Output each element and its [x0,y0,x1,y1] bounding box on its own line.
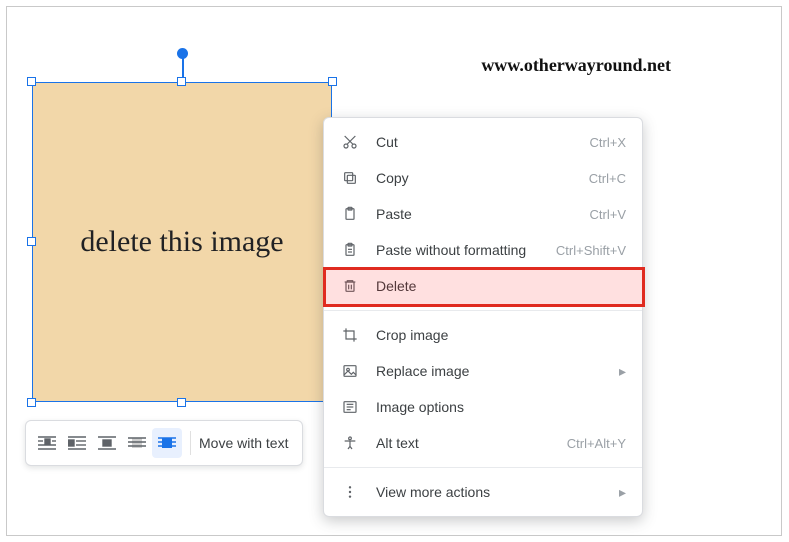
image-icon [340,361,360,381]
resize-handle-top[interactable] [177,77,186,86]
resize-handle-left[interactable] [27,237,36,246]
menu-item-label: Image options [376,399,626,415]
menu-item-label: Delete [376,278,626,294]
copy-icon [340,168,360,188]
cut-icon [340,132,360,152]
more-icon [340,482,360,502]
menu-item-replace-image[interactable]: Replace image ▸ [324,353,642,389]
menu-item-alt-text[interactable]: Alt text Ctrl+Alt+Y [324,425,642,461]
menu-item-label: Copy [376,170,589,186]
wrap-front-button[interactable] [152,428,182,458]
move-with-text-label[interactable]: Move with text [199,435,296,451]
context-menu: Cut Ctrl+X Copy Ctrl+C Paste Ctrl+V Past… [323,117,643,517]
app-frame: www.otherwayround.net delete this image [6,6,782,536]
trash-icon [340,276,360,296]
image-surface[interactable]: delete this image [32,82,332,402]
submenu-arrow-icon: ▸ [619,363,626,380]
menu-item-label: Alt text [376,435,567,451]
selected-image[interactable]: delete this image [32,82,332,402]
resize-handle-top-left[interactable] [27,77,36,86]
menu-item-label: Paste [376,206,590,222]
image-layout-toolbar: Move with text [25,420,303,466]
wrap-square-button[interactable] [62,428,92,458]
resize-handle-top-right[interactable] [328,77,337,86]
menu-item-label: Cut [376,134,590,150]
crop-icon [340,325,360,345]
menu-item-shortcut: Ctrl+C [589,171,626,186]
resize-handle-bottom[interactable] [177,398,186,407]
rotate-handle[interactable] [177,48,188,59]
menu-item-label: View more actions [376,484,619,500]
menu-item-delete[interactable]: Delete [324,268,642,304]
menu-item-crop[interactable]: Crop image [324,317,642,353]
toolbar-divider [190,431,191,455]
menu-item-label: Paste without formatting [376,242,556,258]
menu-item-label: Replace image [376,363,619,379]
menu-item-shortcut: Ctrl+Alt+Y [567,436,626,451]
menu-item-shortcut: Ctrl+X [590,135,626,150]
menu-item-image-options[interactable]: Image options [324,389,642,425]
wrap-behind-button[interactable] [122,428,152,458]
menu-item-label: Crop image [376,327,626,343]
menu-item-paste[interactable]: Paste Ctrl+V [324,196,642,232]
menu-separator [324,467,642,468]
submenu-arrow-icon: ▸ [619,484,626,501]
paste-icon [340,204,360,224]
menu-item-cut[interactable]: Cut Ctrl+X [324,124,642,160]
accessibility-icon [340,433,360,453]
resize-handle-bottom-left[interactable] [27,398,36,407]
menu-item-paste-no-format[interactable]: Paste without formatting Ctrl+Shift+V [324,232,642,268]
watermark-text: www.otherwayround.net [481,55,671,76]
image-options-icon [340,397,360,417]
paste-plain-icon [340,240,360,260]
wrap-inline-button[interactable] [32,428,62,458]
menu-item-copy[interactable]: Copy Ctrl+C [324,160,642,196]
menu-item-shortcut: Ctrl+V [590,207,626,222]
image-caption: delete this image [80,225,283,259]
menu-item-shortcut: Ctrl+Shift+V [556,243,626,258]
menu-item-more-actions[interactable]: View more actions ▸ [324,474,642,510]
wrap-break-button[interactable] [92,428,122,458]
menu-separator [324,310,642,311]
